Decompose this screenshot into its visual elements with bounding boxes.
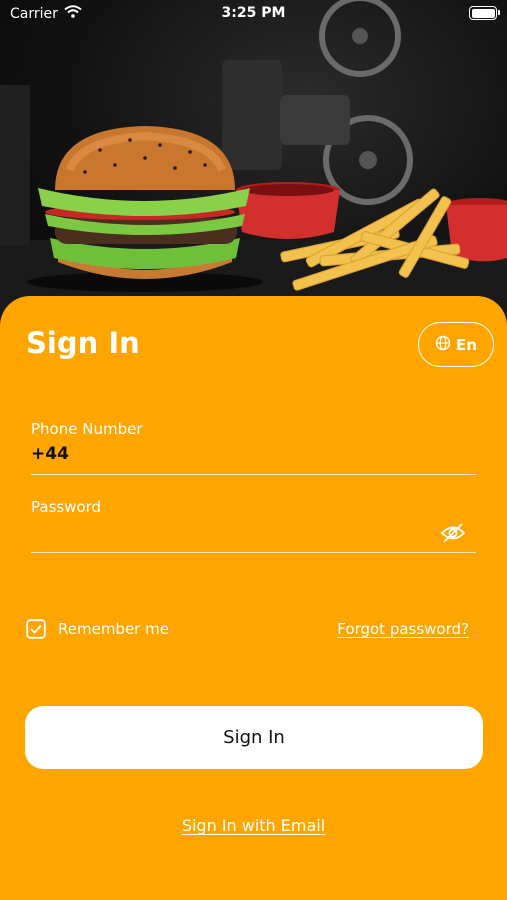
signin-button[interactable]: Sign In	[25, 706, 483, 769]
globe-icon	[435, 335, 451, 355]
language-button[interactable]: En	[418, 322, 494, 367]
phone-field[interactable]: Phone Number +44	[31, 420, 476, 475]
signin-sheet: Sign In En Phone Number +44 Password Rem…	[0, 296, 507, 900]
hero-food-image	[0, 0, 507, 330]
remember-me-label: Remember me	[58, 620, 169, 638]
password-label: Password	[31, 498, 102, 516]
phone-label: Phone Number	[31, 420, 143, 438]
battery-icon	[469, 6, 500, 20]
password-field[interactable]: Password	[31, 498, 476, 553]
remember-me[interactable]: Remember me	[26, 619, 169, 639]
eye-off-icon[interactable]	[440, 522, 466, 544]
checkbox-checked-icon[interactable]	[26, 619, 46, 639]
language-label: En	[456, 335, 477, 354]
page-title: Sign In	[26, 326, 140, 360]
phone-input[interactable]: +44	[31, 444, 69, 464]
forgot-password-link[interactable]: Forgot password?	[337, 620, 469, 638]
status-time: 3:25 PM	[221, 5, 286, 21]
signin-with-email-link[interactable]: Sign In with Email	[0, 816, 507, 835]
status-bar: Carrier 3:25 PM	[0, 0, 507, 28]
